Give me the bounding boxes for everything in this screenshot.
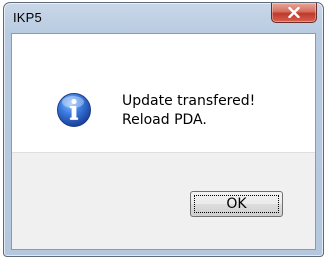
ok-button-label: OK — [226, 196, 247, 212]
message-line-2: Reload PDA. — [122, 112, 207, 128]
ok-button[interactable]: OK — [190, 191, 283, 217]
close-icon — [288, 7, 300, 18]
button-bar: OK — [12, 152, 315, 249]
message-dialog-window: IKP5 Update transfered! Reload PDA. OK — [3, 2, 324, 257]
title-bar[interactable]: IKP5 — [4, 3, 323, 33]
close-button[interactable] — [271, 3, 317, 23]
information-icon — [56, 92, 92, 128]
message-area: Update transfered! Reload PDA. — [12, 34, 315, 152]
message-line-1: Update transfered! — [122, 93, 256, 109]
dialog-body: Update transfered! Reload PDA. OK — [11, 33, 316, 250]
window-title: IKP5 — [13, 10, 42, 25]
message-text: Update transfered! Reload PDA. — [122, 92, 255, 130]
